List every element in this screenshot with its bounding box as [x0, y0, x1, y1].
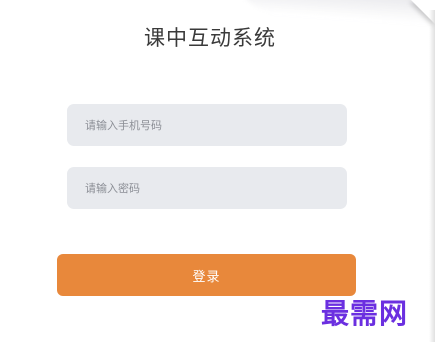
login-button[interactable]: 登录 — [57, 254, 356, 296]
password-input[interactable]: 请输入密码 — [67, 167, 347, 209]
watermark-text: 最需网 — [321, 297, 409, 330]
page-title: 课中互动系统 — [144, 26, 276, 50]
login-page: 课中互动系统 请输入手机号码 请输入密码 登录 最需网 — [0, 0, 435, 342]
login-button-label: 登录 — [192, 269, 221, 285]
page-edge-shadow — [429, 10, 435, 342]
phone-input-placeholder: 请输入手机号码 — [85, 119, 162, 132]
phone-input[interactable]: 请输入手机号码 — [67, 104, 347, 146]
password-input-placeholder: 请输入密码 — [85, 182, 140, 195]
